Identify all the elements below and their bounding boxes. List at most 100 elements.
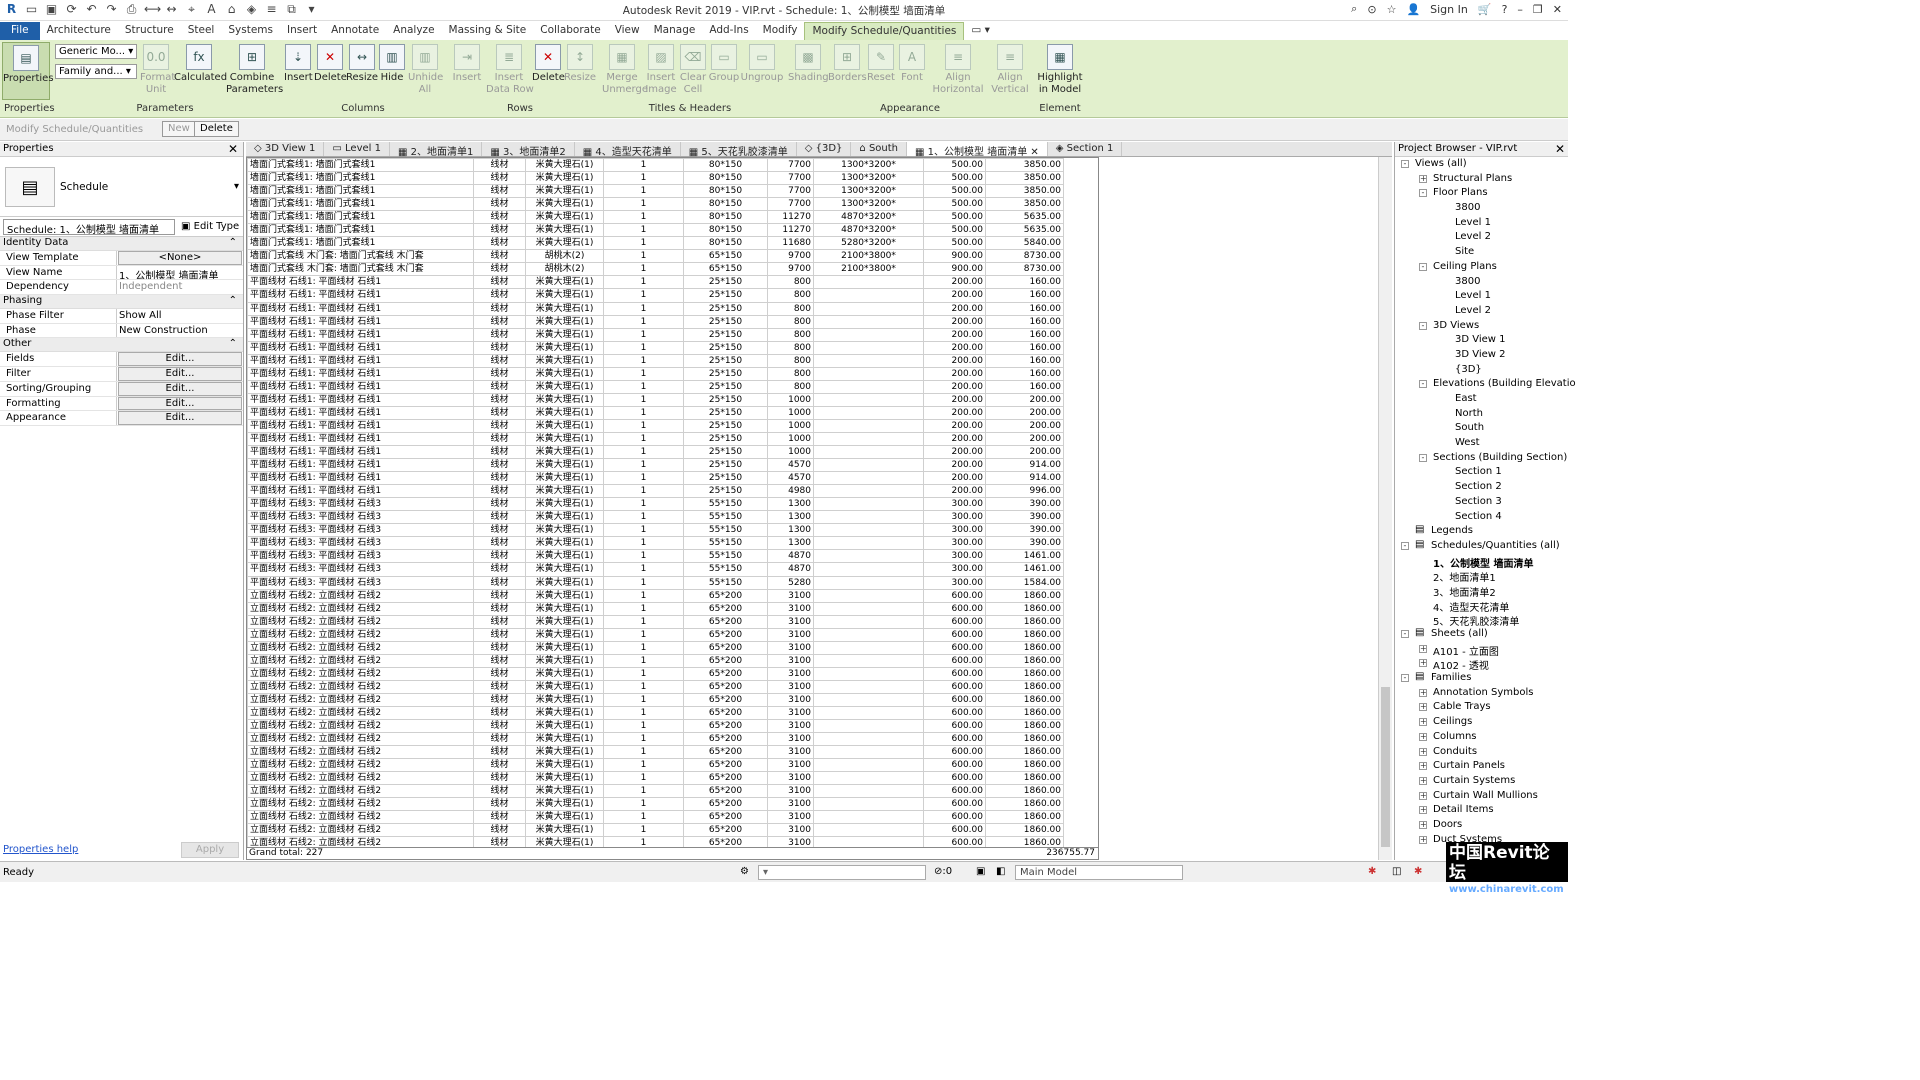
table-cell[interactable]: 4570: [767, 458, 814, 473]
table-cell[interactable]: 25*150: [683, 353, 768, 368]
table-cell[interactable]: [813, 679, 924, 694]
table-cell[interactable]: 1000: [767, 418, 814, 433]
table-cell[interactable]: 1: [603, 236, 684, 251]
tree-node[interactable]: North: [1395, 407, 1568, 422]
minimize-icon[interactable]: –: [1517, 3, 1523, 16]
table-cell[interactable]: 1000: [767, 392, 814, 407]
collapse-icon[interactable]: ⌃: [229, 338, 237, 349]
table-cell[interactable]: 1000: [767, 405, 814, 420]
type-selector[interactable]: ▤ Schedule ▾: [0, 157, 243, 217]
table-cell[interactable]: 200.00: [985, 431, 1064, 447]
table-cell[interactable]: [813, 810, 924, 825]
table-cell[interactable]: [813, 705, 924, 721]
tree-node[interactable]: + Structural Plans: [1395, 172, 1568, 187]
table-cell[interactable]: 1: [603, 784, 684, 799]
table-cell[interactable]: 立面线材 石线2: 立面线材 石线2: [247, 784, 474, 799]
table-cell[interactable]: 平面线材 石线3: 平面线材 石线3: [247, 510, 474, 525]
table-cell[interactable]: [813, 392, 924, 407]
table-cell[interactable]: 立面线材 石线2: 立面线材 石线2: [247, 679, 474, 694]
table-cell[interactable]: 米黄大理石(1): [525, 653, 604, 668]
insert-image-button[interactable]: ▨ Insert Image: [644, 42, 678, 96]
table-cell[interactable]: 160.00: [985, 301, 1064, 316]
table-cell[interactable]: [813, 588, 924, 603]
table-row[interactable]: 平面线材 石线1: 平面线材 石线1 线材 米黄大理石(1) 1 25*150 4570 2…: [247, 471, 1064, 486]
format-unit-button[interactable]: 0.0 Format Unit: [140, 42, 175, 96]
user-icon[interactable]: 👤: [1406, 3, 1420, 16]
table-cell[interactable]: 米黄大理石(1): [525, 236, 604, 251]
view-tab[interactable]: ▦ 3、地面清单2: [482, 142, 575, 158]
table-cell[interactable]: 500.00: [923, 158, 986, 173]
table-cell[interactable]: 390.00: [985, 497, 1064, 512]
tree-node[interactable]: -3D Views: [1395, 319, 1568, 334]
table-cell[interactable]: 390.00: [985, 523, 1064, 538]
table-cell[interactable]: 平面线材 石线3: 平面线材 石线3: [247, 562, 474, 577]
table-cell[interactable]: 米黄大理石(1): [525, 353, 604, 368]
table-cell[interactable]: 线材: [473, 158, 526, 173]
table-cell[interactable]: 米黄大理石(1): [525, 379, 604, 394]
view-tab[interactable]: ◇ 3D View 1: [246, 142, 325, 156]
table-cell[interactable]: 平面线材 石线1: 平面线材 石线1: [247, 275, 474, 290]
table-cell[interactable]: 55*150: [683, 575, 768, 590]
table-cell[interactable]: 65*200: [683, 627, 768, 642]
table-cell[interactable]: 65*200: [683, 653, 768, 668]
table-cell[interactable]: 500.00: [923, 197, 986, 212]
table-cell[interactable]: 1: [603, 627, 684, 642]
table-cell[interactable]: 4870*3200*: [813, 210, 924, 225]
table-cell[interactable]: 米黄大理石(1): [525, 758, 604, 773]
collapse-icon[interactable]: ⌃: [229, 237, 237, 248]
table-cell[interactable]: 平面线材 石线3: 平面线材 石线3: [247, 536, 474, 551]
table-row[interactable]: 墙面门式套线 木门套: 墙面门式套线 木门套 线材 胡桃木(2) 1 65*150 970…: [247, 262, 1064, 277]
delete-row-button[interactable]: ✕ Delete: [532, 42, 565, 84]
table-cell[interactable]: 1860.00: [985, 810, 1064, 825]
table-cell[interactable]: 米黄大理石(1): [525, 692, 604, 707]
expand-toggle-icon[interactable]: +: [1419, 659, 1427, 668]
table-cell[interactable]: 胡桃木(2): [525, 249, 604, 264]
table-cell[interactable]: 25*150: [683, 484, 768, 499]
table-cell[interactable]: 160.00: [985, 379, 1064, 394]
table-cell[interactable]: 线材: [473, 418, 526, 433]
table-cell[interactable]: 米黄大理石(1): [525, 771, 604, 786]
table-cell[interactable]: 65*200: [683, 679, 768, 694]
unhide-all-button[interactable]: ▥ Unhide All: [408, 42, 443, 96]
table-cell[interactable]: 3100: [767, 640, 814, 655]
table-cell[interactable]: 600.00: [923, 653, 986, 668]
table-cell[interactable]: 米黄大理石(1): [525, 797, 604, 812]
expand-toggle-icon[interactable]: +: [1419, 688, 1427, 697]
table-cell[interactable]: 胡桃木(2): [525, 262, 604, 277]
table-cell[interactable]: 1300: [767, 536, 814, 551]
table-cell[interactable]: 500.00: [923, 236, 986, 251]
table-cell[interactable]: 200.00: [985, 392, 1064, 407]
table-cell[interactable]: 25*150: [683, 301, 768, 316]
table-row[interactable]: 平面线材 石线1: 平面线材 石线1 线材 米黄大理石(1) 1 25*150 1000 2…: [247, 392, 1064, 407]
table-cell[interactable]: 1: [603, 679, 684, 694]
table-cell[interactable]: 线材: [473, 575, 526, 590]
table-row[interactable]: 立面线材 石线2: 立面线材 石线2线材米黄大理石(1)165*2003100 6…: [247, 692, 1064, 707]
table-row[interactable]: 墙面门式套线 木门套: 墙面门式套线 木门套 线材 胡桃木(2) 1 65*150 970…: [247, 249, 1064, 264]
table-cell[interactable]: 3850.00: [985, 184, 1064, 199]
table-cell[interactable]: 线材: [473, 484, 526, 499]
table-row[interactable]: 平面线材 石线1: 平面线材 石线1 线材 米黄大理石(1) 1 25*150 1000 2…: [247, 431, 1064, 447]
table-cell[interactable]: 平面线材 石线1: 平面线材 石线1: [247, 379, 474, 394]
tree-node[interactable]: + Curtain Panels: [1395, 759, 1568, 774]
table-cell[interactable]: 线材: [473, 340, 526, 355]
table-cell[interactable]: 65*200: [683, 614, 768, 629]
table-cell[interactable]: 3100: [767, 732, 814, 747]
table-cell[interactable]: 996.00: [985, 484, 1064, 499]
table-cell[interactable]: 米黄大理石(1): [525, 601, 604, 616]
table-cell[interactable]: 80*150: [683, 184, 768, 199]
select-links-icon[interactable]: ✱: [1368, 866, 1376, 877]
table-cell[interactable]: 线材: [473, 249, 526, 264]
table-cell[interactable]: 600.00: [923, 745, 986, 760]
table-cell[interactable]: 1: [603, 418, 684, 433]
table-cell[interactable]: 墙面门式套线1: 墙面门式套线1: [247, 184, 474, 199]
table-cell[interactable]: 160.00: [985, 314, 1064, 329]
table-cell[interactable]: 墙面门式套线1: 墙面门式套线1: [247, 223, 474, 238]
table-cell[interactable]: 米黄大理石(1): [525, 158, 604, 173]
table-cell[interactable]: 米黄大理石(1): [525, 418, 604, 433]
table-cell[interactable]: 55*150: [683, 510, 768, 525]
table-cell[interactable]: 200.00: [985, 418, 1064, 433]
collapse-toggle-icon[interactable]: -: [1401, 674, 1409, 683]
property-edit-button[interactable]: Edit...: [118, 381, 242, 396]
table-cell[interactable]: 11680: [767, 236, 814, 251]
table-cell[interactable]: 25*150: [683, 445, 768, 460]
